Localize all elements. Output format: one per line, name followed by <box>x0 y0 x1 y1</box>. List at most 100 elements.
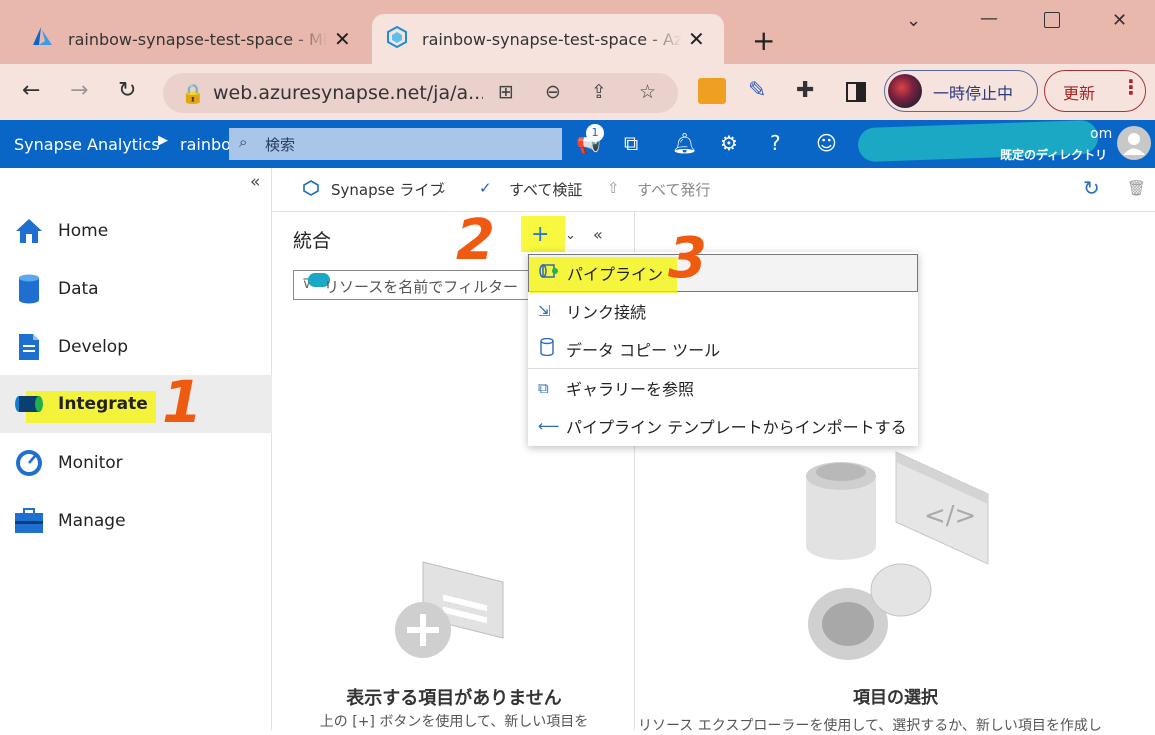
collapse-nav-button[interactable]: « <box>250 172 260 192</box>
menu-item-pipeline[interactable]: パイプライン <box>528 254 918 293</box>
nav-label: Home <box>58 221 109 241</box>
close-window-icon[interactable]: ✕ <box>1112 10 1127 31</box>
link-connection-icon: ⇲ <box>538 302 551 320</box>
nav-label: Monitor <box>58 453 123 473</box>
copy-data-icon <box>538 337 558 360</box>
menu-item-label: パイプライン <box>567 265 664 284</box>
data-icon <box>14 274 44 304</box>
annotation-step-1: 1 <box>162 368 203 436</box>
search-placeholder: 検索 <box>265 136 296 154</box>
search-icon: ⌕ <box>239 133 248 151</box>
minimize-icon[interactable]: — <box>980 8 998 29</box>
back-icon[interactable]: ← <box>22 78 40 103</box>
pause-label: 一時停止中 <box>933 84 1014 103</box>
import-icon: ⟵ <box>538 417 560 435</box>
azure-logo-icon <box>32 27 54 51</box>
profile-paused-button[interactable]: 一時停止中 <box>884 70 1038 112</box>
menu-item-label: パイプライン テンプレートからインポートする <box>566 418 907 437</box>
menu-item-label: ギャラリーを参照 <box>566 380 695 399</box>
menu-item-label: リンク接続 <box>566 303 647 322</box>
maximize-icon[interactable] <box>1044 12 1060 28</box>
menu-item-copy-data-tool[interactable]: データ コピー ツール <box>528 330 918 368</box>
url-text: web.azuresynapse.net/ja/a... <box>213 82 483 104</box>
share-icon[interactable]: ⇪ <box>591 81 607 103</box>
address-bar[interactable]: 🔒 web.azuresynapse.net/ja/a... ⊞ ⊖ ⇪ ☆ <box>163 73 678 113</box>
publish-icon: ⇧ <box>607 179 620 197</box>
validate-icon: ✓ <box>479 179 492 197</box>
extension-smartsurf-icon[interactable] <box>698 78 726 104</box>
nav-item-manage[interactable]: Manage <box>0 492 272 550</box>
feedback-icon[interactable]: ☺ <box>816 131 837 155</box>
side-panel-icon[interactable] <box>846 82 866 102</box>
menu-item-browse-gallery[interactable]: ⧉ ギャラリーを参照 <box>528 369 918 407</box>
nav-item-integrate[interactable]: Integrate <box>0 375 272 433</box>
expand-chevron-icon[interactable]: ⌄ <box>565 228 576 243</box>
profile-avatar <box>888 74 922 108</box>
lock-icon[interactable]: 🔒 <box>181 82 205 105</box>
annotation-step-3: 3 <box>668 226 707 291</box>
nav-item-home[interactable]: Home <box>0 202 272 260</box>
validate-all-button[interactable]: すべて検証 <box>509 179 582 200</box>
empty-state-title: 表示する項目がありません <box>346 688 562 709</box>
nav-label: Integrate <box>58 394 148 414</box>
monitor-icon <box>14 448 44 478</box>
filter-placeholder: リソースを名前でフィルター <box>324 278 518 296</box>
left-navigation: « Home Data Develop Integrate Monitor Ma… <box>0 168 272 730</box>
breadcrumb[interactable]: rainbow <box>180 135 230 154</box>
zoom-icon[interactable]: ⊖ <box>545 81 561 103</box>
bookmark-star-icon[interactable]: ☆ <box>639 81 656 103</box>
synapse-header: Synapse Analytics ▶ rainbow ⌕ 検索 📢 1 ⧉ 🔔… <box>0 119 1155 168</box>
collapse-pane-button[interactable]: « <box>593 225 603 244</box>
synapse-icon <box>386 25 408 52</box>
update-button[interactable]: 更新 ⋮ <box>1044 70 1146 112</box>
account-name[interactable]: om <box>1090 126 1112 142</box>
nav-item-monitor[interactable]: Monitor <box>0 434 272 492</box>
integrate-icon <box>14 389 44 419</box>
synapse-live-icon <box>303 180 319 200</box>
publish-all-button[interactable]: すべて発行 <box>637 179 710 200</box>
switch-workspace-icon[interactable]: ⧉ <box>624 131 638 155</box>
menu-dots-icon: ⋮ <box>1121 75 1141 99</box>
forward-icon[interactable]: → <box>70 78 88 103</box>
select-item-title: 項目の選択 <box>853 688 938 708</box>
nav-item-data[interactable]: Data <box>0 260 272 318</box>
develop-icon <box>14 332 44 362</box>
menu-item-link-connection[interactable]: ⇲ リンク接続 <box>528 292 918 330</box>
refresh-icon[interactable]: ↻ <box>1083 176 1100 200</box>
directory-name: 既定のディレクトリ <box>1000 148 1108 162</box>
translate-icon[interactable]: ⊞ <box>498 81 514 103</box>
extension-notes-icon[interactable]: ✎ <box>748 78 766 103</box>
nav-label: Develop <box>58 337 128 357</box>
browser-tab-1[interactable]: rainbow-synapse-test-space - Mi ✕ <box>18 14 368 64</box>
bell-icon[interactable]: 🔔︎ <box>672 131 697 155</box>
extensions-puzzle-icon[interactable]: ✚ <box>796 78 814 103</box>
live-chevron-icon[interactable]: ⌄ <box>437 182 447 196</box>
search-input[interactable]: ⌕ 検索 <box>229 128 562 160</box>
menu-item-import-template[interactable]: ⟵ パイプライン テンプレートからインポートする <box>528 407 918 445</box>
browser-tab-2[interactable]: rainbow-synapse-test-space - Azu ✕ <box>372 14 724 64</box>
brand-title[interactable]: Synapse Analytics <box>14 135 160 154</box>
browser-tab-strip: rainbow-synapse-test-space - Mi ✕ rainbo… <box>0 0 1155 64</box>
close-tab-icon[interactable]: ✕ <box>688 27 705 51</box>
breadcrumb-chevron-icon: ▶ <box>158 133 168 148</box>
resource-filter-input[interactable]: ⊽ リソースを名前でフィルター <box>293 270 543 300</box>
svg-text:</>: </> <box>924 501 976 531</box>
update-label: 更新 <box>1063 84 1096 103</box>
annotation-step-2: 2 <box>456 208 495 273</box>
gear-icon[interactable]: ⚙ <box>720 131 738 155</box>
close-tab-icon[interactable]: ✕ <box>334 27 351 51</box>
menu-item-label: データ コピー ツール <box>566 341 721 360</box>
discard-icon[interactable]: 🗑︎ <box>1127 179 1146 197</box>
add-resource-button[interactable]: + <box>531 222 549 247</box>
empty-state-subtitle: 上の [+] ボタンを使用して、新しい項目を <box>319 714 589 730</box>
nav-item-develop[interactable]: Develop <box>0 318 272 376</box>
pipeline-icon <box>539 264 559 282</box>
account-avatar[interactable] <box>1117 126 1151 160</box>
tab-search-icon[interactable]: ⌄ <box>906 10 921 31</box>
empty-illustration <box>393 552 515 668</box>
new-tab-button[interactable]: + <box>752 24 775 57</box>
help-icon[interactable]: ? <box>770 131 781 155</box>
synapse-live-button[interactable]: Synapse ライブ <box>331 179 444 200</box>
reload-icon[interactable]: ↻ <box>118 78 136 103</box>
home-icon <box>14 216 44 246</box>
